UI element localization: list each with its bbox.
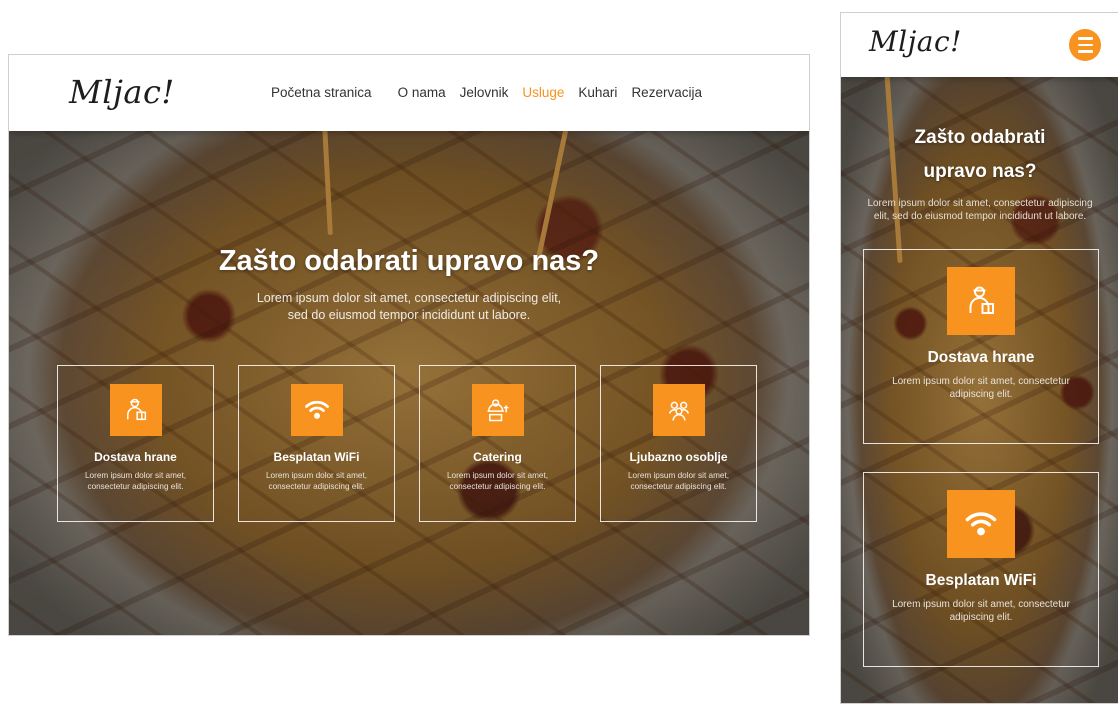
service-card-wifi: Besplatan WiFi Lorem ipsum dolor sit ame… xyxy=(238,365,395,522)
delivery-person-icon xyxy=(947,267,1015,335)
service-cards: Dostava hrane Lorem ipsum dolor sit amet… xyxy=(863,249,1099,667)
service-text: Lorem ipsum dolor sit amet, consectetur … xyxy=(892,376,1070,400)
service-card-osoblje: Ljubazno osoblje Lorem ipsum dolor sit a… xyxy=(600,365,757,522)
service-text: Lorem ipsum dolor sit amet, consectetur … xyxy=(265,471,368,491)
service-text: Lorem ipsum dolor sit amet, consectetur … xyxy=(446,471,549,491)
nav-item-rezervacija[interactable]: Rezervacija xyxy=(631,85,702,100)
service-cards: Dostava hrane Lorem ipsum dolor sit amet… xyxy=(57,365,757,522)
catering-icon xyxy=(471,384,524,436)
delivery-person-icon xyxy=(109,384,162,436)
page-title: Zašto odabrati upravo nas? xyxy=(914,127,1046,182)
service-text: Lorem ipsum dolor sit amet, consectetur … xyxy=(627,471,730,491)
nav-item-usluge[interactable]: Usluge xyxy=(522,85,564,100)
staff-group-icon xyxy=(652,384,705,436)
wifi-icon xyxy=(290,384,343,436)
service-title: Ljubazno osoblje xyxy=(629,450,728,464)
service-title: Besplatan WiFi xyxy=(273,450,360,464)
service-text: Lorem ipsum dolor sit amet, consectetur … xyxy=(84,471,187,491)
hero-background-image xyxy=(9,55,809,635)
nav-item-kuhari[interactable]: Kuhari xyxy=(578,85,617,100)
navbar: Mljac! xyxy=(841,13,1118,77)
hero-subtext: Lorem ipsum dolor sit amet, consectetur … xyxy=(867,198,1093,222)
mobile-preview: Mljac! Zašto odabrati upravo nas? Lorem … xyxy=(840,12,1118,704)
service-text: Lorem ipsum dolor sit amet, consectetur … xyxy=(892,599,1070,623)
service-title: Besplatan WiFi xyxy=(925,572,1037,589)
hamburger-icon[interactable] xyxy=(1069,29,1101,61)
nav-item-jelovnik[interactable]: Jelovnik xyxy=(460,85,509,100)
service-card-catering: Catering Lorem ipsum dolor sit amet, con… xyxy=(419,365,576,522)
wifi-icon xyxy=(947,490,1015,558)
navbar: Mljac! Početna stranica O nama Jelovnik … xyxy=(9,55,809,131)
hero-subtext-line: sed do eiusmod tempor incididunt ut labo… xyxy=(287,308,531,322)
hero-subtext: Lorem ipsum dolor sit amet, consectetur … xyxy=(9,290,809,324)
nav-item-o-nama[interactable]: O nama xyxy=(398,85,446,100)
hero-content: Zašto odabrati upravo nas? Lorem ipsum d… xyxy=(841,121,1118,667)
hero-content: Zašto odabrati upravo nas? Lorem ipsum d… xyxy=(9,245,809,522)
nav-item-pocetna[interactable]: Početna stranica xyxy=(271,85,372,100)
service-card-wifi: Besplatan WiFi Lorem ipsum dolor sit ame… xyxy=(863,472,1099,667)
service-title: Catering xyxy=(473,450,522,464)
desktop-preview: Mljac! Početna stranica O nama Jelovnik … xyxy=(8,54,810,636)
hero-subtext-line: Lorem ipsum dolor sit amet, consectetur … xyxy=(256,291,562,305)
service-card-dostava: Dostava hrane Lorem ipsum dolor sit amet… xyxy=(863,249,1099,444)
logo[interactable]: Mljac! xyxy=(869,25,962,58)
page-title: Zašto odabrati upravo nas? xyxy=(218,245,600,277)
service-title: Dostava hrane xyxy=(927,349,1035,366)
service-card-dostava: Dostava hrane Lorem ipsum dolor sit amet… xyxy=(57,365,214,522)
logo[interactable]: Mljac! xyxy=(69,73,175,111)
nav-links: Početna stranica O nama Jelovnik Usluge … xyxy=(271,85,702,100)
service-title: Dostava hrane xyxy=(94,450,177,464)
